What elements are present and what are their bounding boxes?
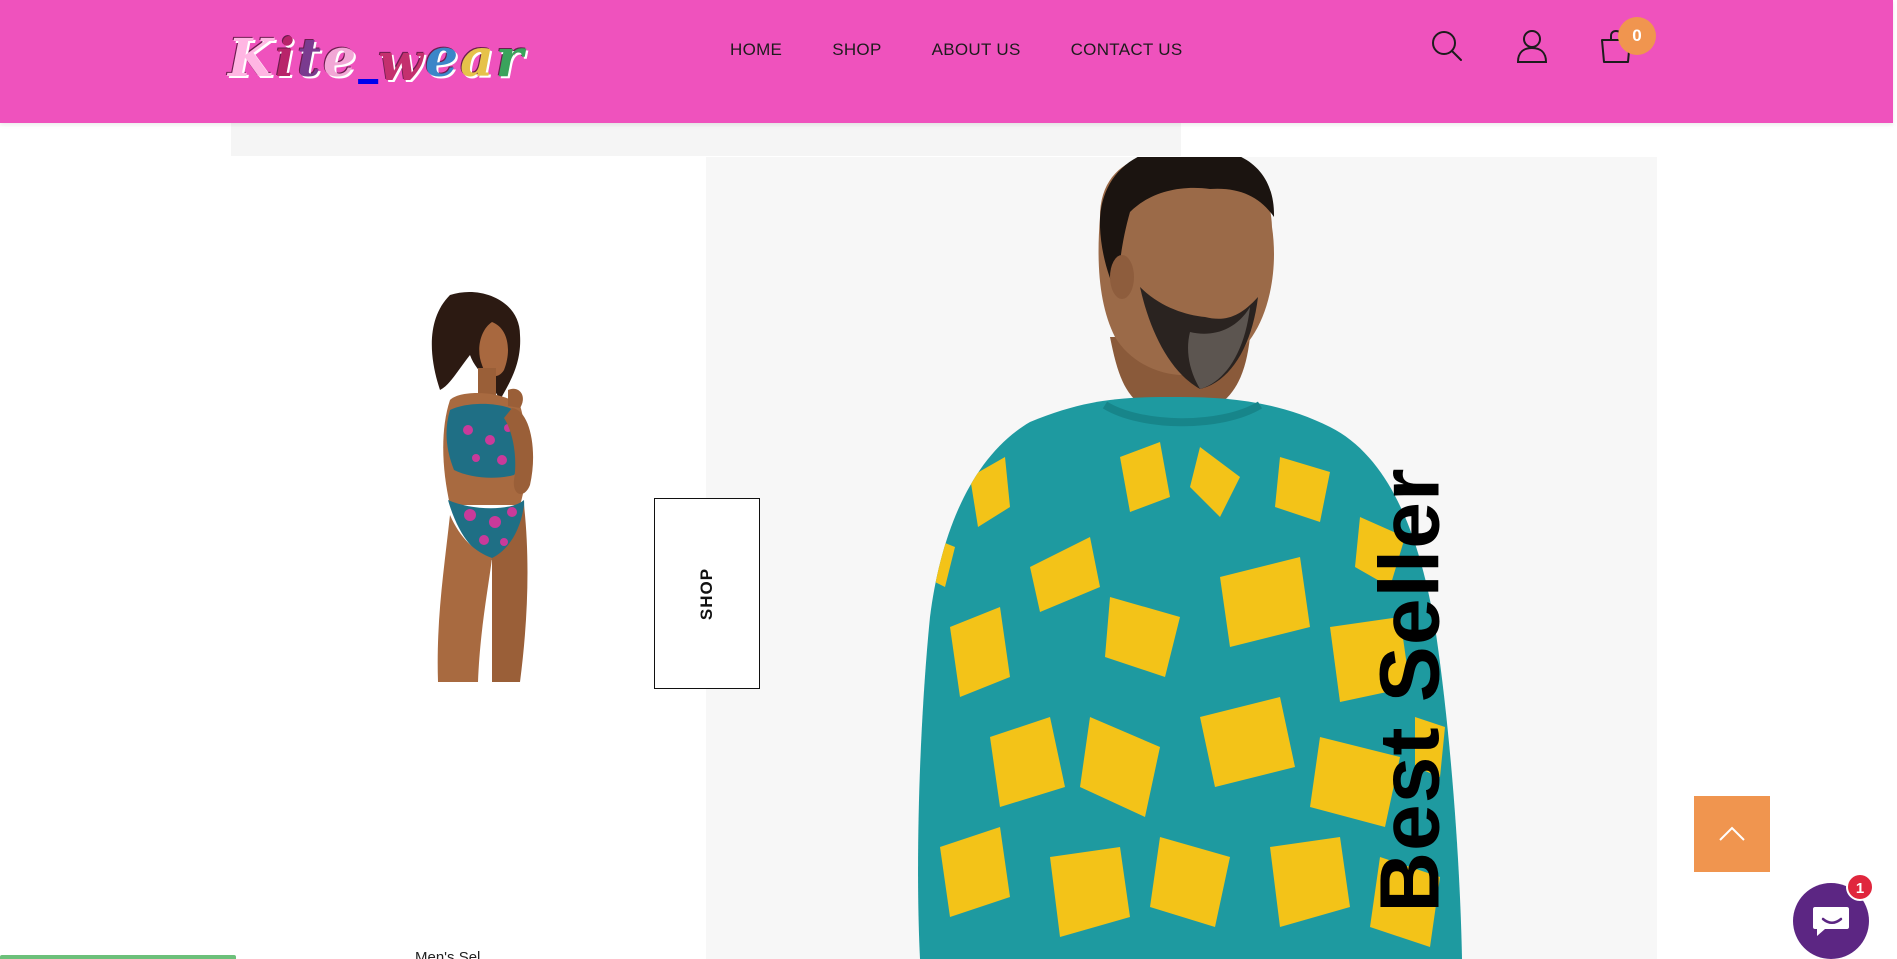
chevron-up-icon [1719, 826, 1745, 841]
scroll-to-top-button[interactable] [1694, 796, 1770, 872]
page: Kite wear HOME SHOP ABOUT US CONTACT US [0, 0, 1897, 959]
best-seller-heading: Best Seller [1362, 467, 1457, 913]
product-caption-partial: Men's Sel... [415, 949, 493, 959]
logo-wordmark: Kite wear [228, 28, 526, 93]
nav-contact-us[interactable]: CONTACT US [1071, 38, 1183, 62]
chat-bubble-icon [1813, 907, 1849, 936]
nav-home[interactable]: HOME [730, 38, 782, 62]
logo[interactable]: Kite wear [228, 28, 526, 93]
nav-shop[interactable]: SHOP [832, 38, 881, 62]
swimsuit-product-image[interactable] [380, 290, 560, 682]
site-header: Kite wear HOME SHOP ABOUT US CONTACT US [0, 0, 1893, 123]
announcement-bar-edge [0, 955, 236, 959]
search-icon[interactable] [1429, 28, 1465, 64]
user-icon[interactable] [1514, 28, 1550, 64]
cart-count-badge: 0 [1618, 17, 1656, 55]
shop-button[interactable]: SHOP [654, 498, 760, 689]
main-nav: HOME SHOP ABOUT US CONTACT US [730, 38, 1183, 62]
nav-about-us[interactable]: ABOUT US [932, 38, 1021, 62]
shop-button-label: SHOP [697, 567, 716, 620]
hero-top-strip [231, 123, 1181, 156]
chat-notification-badge: 1 [1846, 873, 1874, 901]
